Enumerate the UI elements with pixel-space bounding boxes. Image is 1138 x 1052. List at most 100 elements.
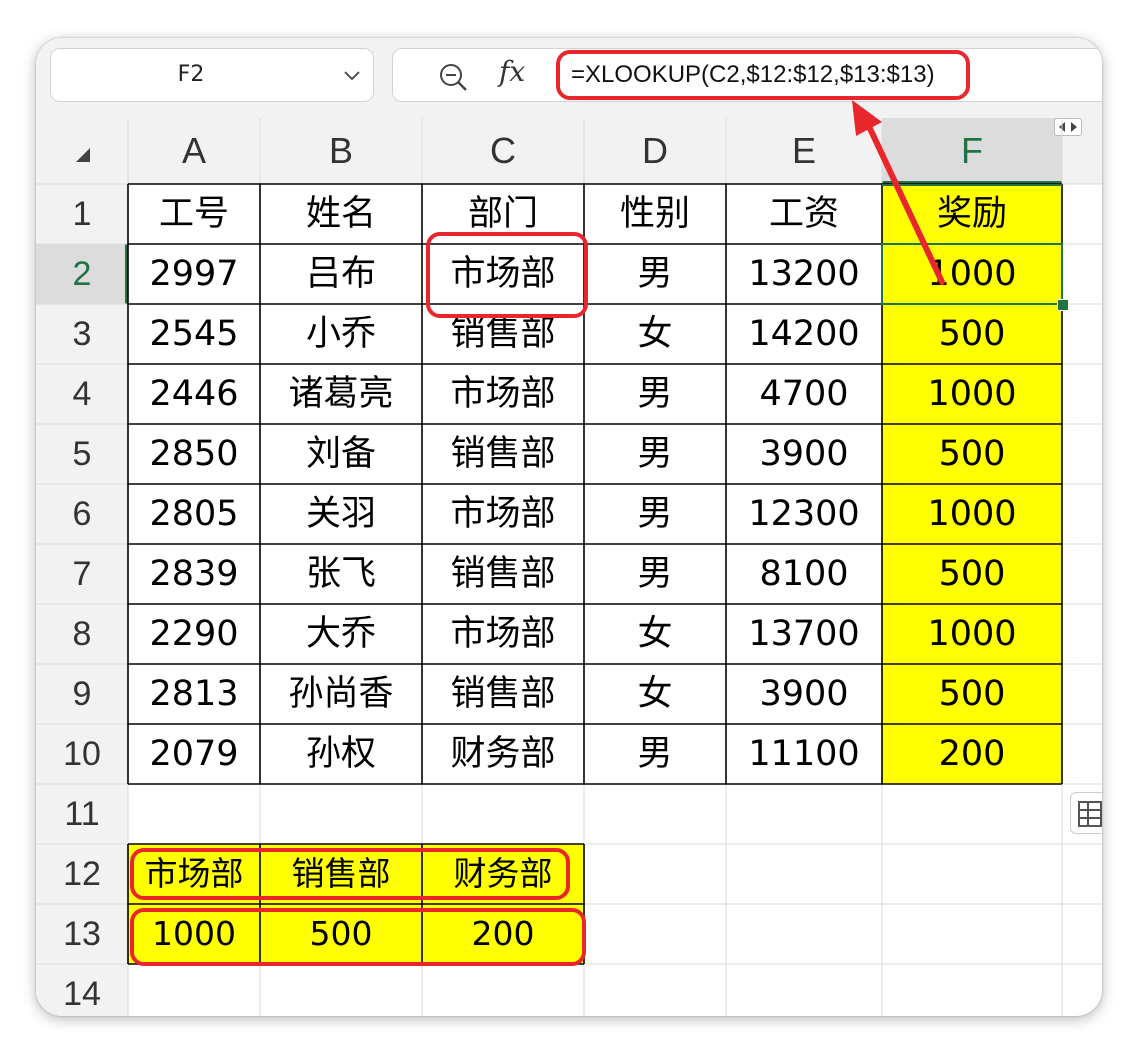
cell-E4[interactable]: 4700 bbox=[726, 364, 882, 424]
sheet-grid[interactable]: A B C D E F 1 工号 姓名 部门 性别 工资 奖励 2 2997 吕布 市场部男 13200 1000 3… bbox=[36, 118, 1102, 1016]
column-header-A[interactable]: A bbox=[128, 118, 260, 184]
row-header-8[interactable]: 8 bbox=[36, 604, 128, 664]
cell-A3[interactable]: 2545 bbox=[128, 304, 260, 364]
cell-C9[interactable]: 销售部 bbox=[422, 664, 584, 724]
cell-F12[interactable] bbox=[882, 844, 1062, 904]
cell-F14[interactable] bbox=[882, 964, 1062, 1016]
cell-D5[interactable]: 男 bbox=[584, 424, 726, 484]
cell-C1[interactable]: 部门 bbox=[422, 184, 584, 244]
cell-C8[interactable]: 市场部 bbox=[422, 604, 584, 664]
cell-C12[interactable]: 财务部 bbox=[422, 844, 584, 904]
cell-C7[interactable]: 销售部 bbox=[422, 544, 584, 604]
cell-B4[interactable]: 诸葛亮 bbox=[260, 364, 422, 424]
cell-F7[interactable]: 500 bbox=[882, 544, 1062, 604]
name-box[interactable]: F2 bbox=[50, 48, 374, 102]
cell-C11[interactable] bbox=[422, 784, 584, 844]
cell-F8[interactable]: 1000 bbox=[882, 604, 1062, 664]
cell-F1[interactable]: 奖励 bbox=[882, 184, 1062, 244]
cell-B8[interactable]: 大乔 bbox=[260, 604, 422, 664]
cell-B9[interactable]: 孙尚香 bbox=[260, 664, 422, 724]
row-header-6[interactable]: 6 bbox=[36, 484, 128, 544]
fill-handle[interactable] bbox=[1057, 299, 1069, 311]
fx-icon[interactable]: fx bbox=[499, 55, 525, 88]
cell-D6[interactable]: 男 bbox=[584, 484, 726, 544]
cell-D10[interactable]: 男 bbox=[584, 724, 726, 784]
cell-E5[interactable]: 3900 bbox=[726, 424, 882, 484]
cell-C5[interactable]: 销售部 bbox=[422, 424, 584, 484]
cell-A14[interactable] bbox=[128, 964, 260, 1016]
column-resize-icon[interactable] bbox=[1054, 118, 1082, 136]
cell-B13[interactable]: 500 bbox=[260, 904, 422, 964]
cell-E1[interactable]: 工资 bbox=[726, 184, 882, 244]
row-header-12[interactable]: 12 bbox=[36, 844, 128, 904]
cell-B7[interactable]: 张飞 bbox=[260, 544, 422, 604]
row-header-7[interactable]: 7 bbox=[36, 544, 128, 604]
column-header-F[interactable]: F bbox=[882, 118, 1062, 184]
cell-E10[interactable]: 11100 bbox=[726, 724, 882, 784]
cell-C14[interactable] bbox=[422, 964, 584, 1016]
cell-F5[interactable]: 500 bbox=[882, 424, 1062, 484]
cell-B12[interactable]: 销售部 bbox=[260, 844, 422, 904]
row-header-2[interactable]: 2 bbox=[36, 244, 128, 304]
cell-D11[interactable] bbox=[584, 784, 726, 844]
cell-A5[interactable]: 2850 bbox=[128, 424, 260, 484]
row-header-4[interactable]: 4 bbox=[36, 364, 128, 424]
cell-F2[interactable]: 1000 bbox=[882, 244, 1062, 304]
cell-F10[interactable]: 200 bbox=[882, 724, 1062, 784]
cell-C2[interactable]: 市场部 bbox=[422, 244, 584, 304]
row-header-13[interactable]: 13 bbox=[36, 904, 128, 964]
cell-B1[interactable]: 姓名 bbox=[260, 184, 422, 244]
select-all-corner-icon[interactable] bbox=[74, 146, 94, 166]
cell-B14[interactable] bbox=[260, 964, 422, 1016]
cell-D3[interactable]: 女 bbox=[584, 304, 726, 364]
column-header-C[interactable]: C bbox=[422, 118, 584, 184]
cell-D8[interactable]: 女 bbox=[584, 604, 726, 664]
cell-B2[interactable]: 吕布 bbox=[260, 244, 422, 304]
cell-E8[interactable]: 13700 bbox=[726, 604, 882, 664]
cell-D12[interactable] bbox=[584, 844, 726, 904]
cell-E2[interactable]: 13200 bbox=[726, 244, 882, 304]
row-header-5[interactable]: 5 bbox=[36, 424, 128, 484]
chevron-down-icon[interactable] bbox=[343, 66, 361, 84]
cell-D1[interactable]: 性别 bbox=[584, 184, 726, 244]
cell-F11[interactable] bbox=[882, 784, 1062, 844]
cell-F3[interactable]: 500 bbox=[882, 304, 1062, 364]
cell-D7[interactable]: 男 bbox=[584, 544, 726, 604]
cell-F13[interactable] bbox=[882, 904, 1062, 964]
cell-D14[interactable] bbox=[584, 964, 726, 1016]
cell-C10[interactable]: 财务部 bbox=[422, 724, 584, 784]
row-header-14[interactable]: 14 bbox=[36, 964, 128, 1016]
cell-A13[interactable]: 1000 bbox=[128, 904, 260, 964]
cell-D2[interactable]: 男 bbox=[584, 244, 726, 304]
cell-D13[interactable] bbox=[584, 904, 726, 964]
cell-B10[interactable]: 孙权 bbox=[260, 724, 422, 784]
column-header-D[interactable]: D bbox=[584, 118, 726, 184]
quick-analysis-icon[interactable] bbox=[1070, 792, 1102, 834]
cell-A9[interactable]: 2813 bbox=[128, 664, 260, 724]
cell-C4[interactable]: 市场部 bbox=[422, 364, 584, 424]
cell-F6[interactable]: 1000 bbox=[882, 484, 1062, 544]
cell-D9[interactable]: 女 bbox=[584, 664, 726, 724]
cell-E12[interactable] bbox=[726, 844, 882, 904]
zoom-out-icon[interactable] bbox=[439, 63, 469, 93]
column-header-B[interactable]: B bbox=[260, 118, 422, 184]
cell-E3[interactable]: 14200 bbox=[726, 304, 882, 364]
cell-E6[interactable]: 12300 bbox=[726, 484, 882, 544]
row-header-10[interactable]: 10 bbox=[36, 724, 128, 784]
cell-C13[interactable]: 200 bbox=[422, 904, 584, 964]
cell-F4[interactable]: 1000 bbox=[882, 364, 1062, 424]
formula-bar[interactable]: fx =XLOOKUP(C2,$12:$12,$13:$13) bbox=[392, 48, 1102, 102]
formula-text[interactable]: =XLOOKUP(C2,$12:$12,$13:$13) bbox=[571, 49, 935, 101]
cell-A8[interactable]: 2290 bbox=[128, 604, 260, 664]
cell-C3[interactable]: 销售部 bbox=[422, 304, 584, 364]
cell-A2[interactable]: 2997 bbox=[128, 244, 260, 304]
column-header-E[interactable]: E bbox=[726, 118, 882, 184]
cell-A6[interactable]: 2805 bbox=[128, 484, 260, 544]
row-header-1[interactable]: 1 bbox=[36, 184, 128, 244]
cell-A11[interactable] bbox=[128, 784, 260, 844]
cell-B6[interactable]: 关羽 bbox=[260, 484, 422, 544]
cell-F9[interactable]: 500 bbox=[882, 664, 1062, 724]
cell-E13[interactable] bbox=[726, 904, 882, 964]
cell-D4[interactable]: 男 bbox=[584, 364, 726, 424]
cell-E14[interactable] bbox=[726, 964, 882, 1016]
